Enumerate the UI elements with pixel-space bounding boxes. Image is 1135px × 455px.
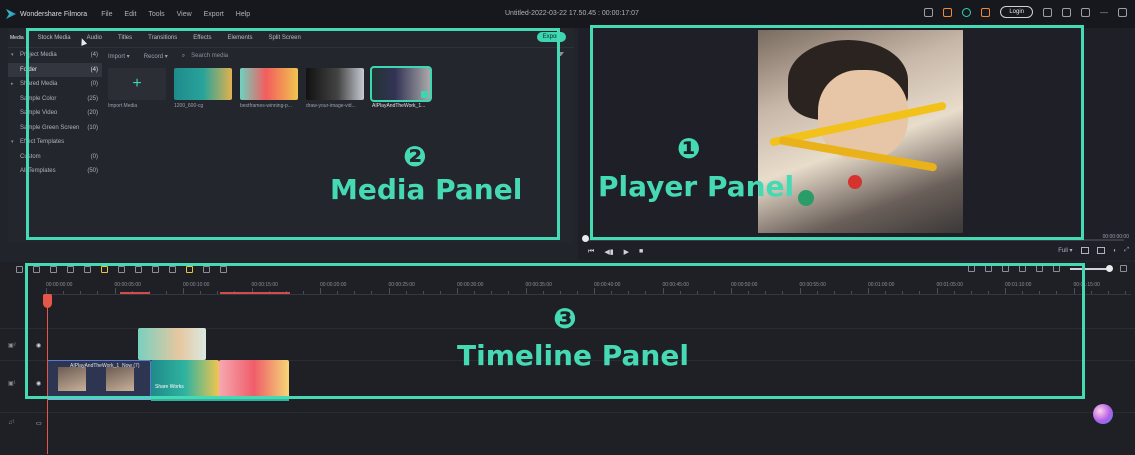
stop-icon[interactable]: ■: [639, 248, 643, 256]
gift-icon[interactable]: [981, 7, 991, 17]
tab-media[interactable]: Media: [10, 35, 24, 41]
minimize-icon[interactable]: —: [1100, 8, 1108, 17]
play-icon[interactable]: ▶: [624, 248, 629, 256]
collapse-arrow-icon[interactable]: ▾: [11, 48, 14, 63]
menu-bar: File Edit Tools View Export Help: [101, 11, 260, 18]
lock-icon[interactable]: ▭: [36, 420, 42, 427]
rewind-icon[interactable]: ⏮: [588, 248, 594, 256]
fullscreen-icon[interactable]: ⤢: [1124, 247, 1129, 254]
ai-assistant-icon[interactable]: [1093, 404, 1113, 424]
filmora-logo-icon: [6, 9, 16, 19]
menu-help[interactable]: Help: [236, 11, 250, 18]
menu-edit[interactable]: Edit: [124, 11, 136, 18]
scrubber-handle[interactable]: [582, 235, 589, 242]
player-panel-annotation-box: [590, 25, 1084, 240]
app-name: Wondershare Filmora: [20, 10, 88, 18]
playback-controls: ⏮ ◀▮ ▶ ■: [588, 248, 643, 256]
document-title: Untitled-2022-03-22 17.50.45 : 00:00:17:…: [505, 10, 639, 17]
quality-value: Full: [1058, 248, 1068, 254]
step-back-icon[interactable]: ◀▮: [604, 248, 613, 256]
filmora-window: Wondershare Filmora File Edit Tools View…: [0, 0, 1135, 455]
track-row: [0, 412, 1135, 452]
undo-icon[interactable]: [16, 265, 23, 273]
volume-icon[interactable]: ◖: [1113, 248, 1117, 254]
menu-view[interactable]: View: [177, 11, 192, 18]
zoom-in-icon[interactable]: [1120, 265, 1127, 272]
timeline-panel-label: Timeline Panel: [457, 339, 689, 372]
save-icon[interactable]: [1043, 7, 1052, 17]
timeline-panel-number: ❸: [553, 302, 577, 335]
quality-select[interactable]: Full ▾: [1058, 247, 1072, 254]
menu-export[interactable]: Export: [204, 11, 224, 18]
media-panel-label: Media Panel: [330, 173, 523, 206]
collapse-arrow-icon[interactable]: ▾: [11, 135, 14, 150]
home-icon[interactable]: [924, 7, 934, 17]
menu-file[interactable]: File: [101, 11, 112, 18]
player-panel-number: ❶: [677, 132, 701, 165]
menu-tools[interactable]: Tools: [148, 11, 164, 18]
media-panel-annotation-box: [26, 28, 560, 240]
video-track-icon: ▣²: [8, 343, 16, 349]
headset-icon[interactable]: [962, 7, 972, 17]
display-icon[interactable]: [1080, 247, 1089, 254]
audio-track-icon: ♫¹: [8, 420, 15, 426]
player-right-controls: Full ▾ ◖ ⤢: [1058, 247, 1129, 254]
player-panel-label: Player Panel: [598, 170, 795, 203]
player-timecode: 00:00:00:00: [1102, 234, 1129, 240]
expand-arrow-icon[interactable]: ▸: [11, 77, 14, 92]
restore-icon[interactable]: [1118, 7, 1127, 17]
login-button[interactable]: Login: [1000, 6, 1033, 18]
snapshot-icon[interactable]: [1096, 247, 1105, 254]
video-track-icon: ▣¹: [8, 381, 16, 387]
media-panel-number: ❷: [403, 140, 427, 173]
ruler-tick: [1107, 291, 1109, 294]
ruler-tick: [1090, 291, 1092, 294]
mail-icon[interactable]: [1062, 7, 1071, 17]
lightbulb-icon[interactable]: [943, 7, 953, 17]
ruler-tick: [1124, 291, 1126, 294]
download-icon[interactable]: [1081, 7, 1090, 17]
title-bar: Wondershare Filmora File Edit Tools View…: [0, 0, 1135, 28]
titlebar-actions: Login —: [924, 6, 1127, 18]
